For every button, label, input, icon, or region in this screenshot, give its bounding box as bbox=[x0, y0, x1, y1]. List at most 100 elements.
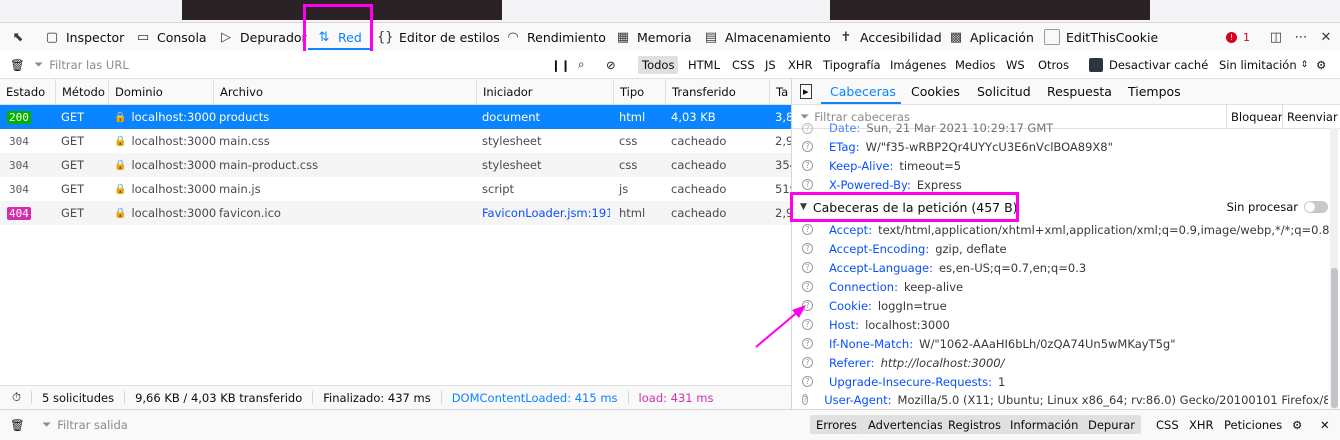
split-console-bar: 🗑 ⏷ Filtrar salida Errores Advertencias R… bbox=[0, 409, 1340, 440]
column-transferred[interactable]: Transferido bbox=[665, 79, 769, 104]
disable-cache-checkbox[interactable]: Desactivar caché bbox=[1089, 51, 1208, 78]
filter-xhr-button[interactable]: XHR bbox=[1189, 415, 1214, 434]
console-settings-button[interactable]: ⚙ bbox=[1292, 415, 1302, 434]
throttling-value: Sin limitación bbox=[1219, 57, 1297, 72]
element-picker-button[interactable]: ⬉ bbox=[10, 23, 26, 51]
column-size[interactable]: Ta bbox=[769, 79, 791, 104]
filter-info-button[interactable]: Información bbox=[1004, 415, 1085, 434]
details-scrollbar-thumb[interactable] bbox=[1331, 268, 1338, 408]
initiator-cell: stylesheet bbox=[482, 134, 542, 148]
search-icon: ⌕ bbox=[578, 57, 585, 71]
tab-request[interactable]: Solicitud bbox=[977, 79, 1031, 104]
tab-response[interactable]: Respuesta bbox=[1047, 79, 1112, 104]
clear-requests-button[interactable]: 🗑 bbox=[10, 51, 25, 78]
type-filter-all[interactable]: Todos bbox=[638, 56, 679, 74]
column-status[interactable]: Estado bbox=[0, 79, 55, 104]
header-name: ETag: bbox=[829, 139, 860, 154]
pause-button[interactable]: ❙❙ bbox=[551, 51, 570, 78]
type-filter-images[interactable]: Imágenes bbox=[886, 56, 950, 74]
filter-logs-button[interactable]: Registros bbox=[942, 415, 1008, 434]
type-filter-html[interactable]: HTML bbox=[684, 56, 724, 74]
close-console-button[interactable]: ✕ bbox=[1320, 415, 1330, 434]
tab-headers[interactable]: Cabeceras bbox=[830, 79, 896, 104]
tab-inspector[interactable]: ▢ Inspector bbox=[44, 23, 124, 51]
type-filter-xhr[interactable]: XHR bbox=[784, 56, 817, 74]
size-cell: 2,9 bbox=[775, 134, 791, 148]
search-button[interactable]: ⌕ bbox=[578, 51, 584, 78]
column-domain[interactable]: Dominio bbox=[108, 79, 213, 104]
tab-timings[interactable]: Tiempos bbox=[1128, 79, 1181, 104]
request-header-row[interactable]: ? Cookie: loggIn=true bbox=[802, 296, 947, 315]
throttling-select[interactable]: Sin limitación ⇕ bbox=[1219, 51, 1308, 78]
more-options-button[interactable]: ⋯ bbox=[1293, 23, 1309, 51]
initiator-link[interactable]: FaviconLoader.jsm:191… bbox=[482, 201, 610, 225]
table-row[interactable]: 200 GET 🔒 localhost:3000 products documen… bbox=[0, 105, 791, 129]
response-header-row[interactable]: ? ETag: W/"f35-wRBP2Qr4UYYcU3E6nVclBOA89X8… bbox=[802, 137, 1113, 156]
column-file[interactable]: Archivo bbox=[213, 79, 476, 104]
tab-storage[interactable]: ▤ Almacenamiento bbox=[703, 23, 831, 51]
table-row[interactable]: 304 GET 🔒 localhost:3000 main.js script j… bbox=[0, 177, 791, 201]
type-filter-other[interactable]: Otros bbox=[1034, 56, 1073, 74]
method-cell: GET bbox=[61, 182, 85, 196]
request-header-row[interactable]: ? Accept: text/html,application/xhtml+xml,… bbox=[802, 220, 1329, 239]
file-cell: main.css bbox=[219, 134, 270, 148]
table-row[interactable]: 304 GET 🔒 localhost:3000 main-product.css… bbox=[0, 153, 791, 177]
close-devtools-button[interactable]: ✕ bbox=[1318, 23, 1334, 51]
header-value: http://localhost:3000/ bbox=[880, 355, 1005, 370]
table-row[interactable]: 304 GET 🔒 localhost:3000 main.css stylesh… bbox=[0, 129, 791, 153]
error-count-badge[interactable]: ! 1 bbox=[1226, 23, 1250, 51]
request-header-row[interactable]: ? Referer: http://localhost:3000/ bbox=[802, 353, 1005, 372]
column-type[interactable]: Tipo bbox=[613, 79, 665, 104]
type-filter-ws[interactable]: WS bbox=[1002, 56, 1029, 74]
column-method[interactable]: Método bbox=[55, 79, 108, 104]
header-value: keep-alive bbox=[903, 279, 964, 294]
toggle-sidebar-button[interactable]: ▸ bbox=[800, 79, 812, 104]
tab-performance[interactable]: ◠ Rendimiento bbox=[505, 23, 606, 51]
raw-toggle-switch[interactable] bbox=[1304, 201, 1328, 213]
clear-console-button[interactable]: 🗑 bbox=[10, 415, 25, 434]
devtools-toolbar: ⬉ ▢ Inspector ▭ Consola ▷ Depurador ⇅ Red {}… bbox=[0, 22, 1340, 52]
tab-application[interactable]: ▩ Aplicación bbox=[948, 23, 1034, 51]
request-header-row[interactable]: ? Connection: keep-alive bbox=[802, 277, 963, 296]
type-filter-js[interactable]: JS bbox=[761, 56, 780, 74]
column-initiator[interactable]: Iniciador bbox=[476, 79, 613, 104]
request-header-row[interactable]: ? If-None-Match: W/"1062-AAaHI6bLh/0zQA74U… bbox=[802, 334, 1175, 353]
tab-accessibility[interactable]: ✝ Accesibilidad bbox=[838, 23, 942, 51]
performance-analysis-button[interactable]: ⏱ bbox=[0, 390, 32, 404]
tab-cookies[interactable]: Cookies bbox=[911, 79, 960, 104]
request-header-row[interactable]: ? User-Agent: Mozilla/5.0 (X11; Ubuntu; Li… bbox=[802, 391, 1328, 408]
size-cell: 519 bbox=[775, 182, 791, 196]
filter-debug-button[interactable]: Depurar bbox=[1082, 415, 1142, 434]
filter-warnings-button[interactable]: Advertencias bbox=[862, 415, 950, 434]
console-filter-input[interactable]: ⏷ Filtrar salida bbox=[42, 415, 742, 434]
request-header-row[interactable]: ? Upgrade-Insecure-Requests: 1 bbox=[802, 372, 1005, 391]
tab-style-editor[interactable]: {} Editor de estilos bbox=[377, 23, 500, 51]
network-settings-button[interactable]: ⚙ bbox=[1316, 51, 1326, 78]
header-name: Cookie: bbox=[829, 298, 872, 313]
tab-console[interactable]: ▭ Consola bbox=[135, 23, 207, 51]
tab-editthiscookie[interactable]: EditThisCookie bbox=[1044, 23, 1158, 51]
network-summary-bar: ⏱ 5 solicitudes 9,66 KB / 4,03 KB transf… bbox=[0, 385, 791, 409]
table-row[interactable]: 404 GET 🔒 localhost:3000 favicon.ico Favi… bbox=[0, 201, 791, 225]
request-header-row[interactable]: ? Accept-Language: es,en-US;q=0.7,en;q=0.3 bbox=[802, 258, 1086, 277]
filter-css-button[interactable]: CSS bbox=[1156, 415, 1179, 434]
request-header-row[interactable]: ? Accept-Encoding: gzip, deflate bbox=[802, 239, 1007, 258]
filter-errors-button[interactable]: Errores bbox=[810, 415, 863, 434]
url-filter-input[interactable]: ⏷ Filtrar las URL bbox=[34, 51, 534, 78]
type-filter-fonts[interactable]: Tipografía bbox=[819, 56, 885, 74]
block-button[interactable]: Bloquear bbox=[1226, 105, 1283, 128]
response-header-row[interactable]: ? Date: Sun, 21 Mar 2021 10:29:17 GMT bbox=[802, 120, 1053, 136]
tab-debugger[interactable]: ▷ Depurador bbox=[218, 23, 307, 51]
request-header-row[interactable]: ? Host: localhost:3000 bbox=[802, 315, 950, 334]
type-filter-css[interactable]: CSS bbox=[728, 56, 759, 74]
dock-button[interactable]: ◫ bbox=[1268, 23, 1284, 51]
filter-requests-button[interactable]: Peticiones bbox=[1224, 415, 1282, 434]
header-value: localhost:3000 bbox=[865, 317, 950, 332]
resend-button[interactable]: Reenviar▼ bbox=[1282, 105, 1340, 128]
response-header-row[interactable]: ? Keep-Alive: timeout=5 bbox=[802, 156, 961, 175]
help-icon: ? bbox=[802, 122, 813, 134]
type-filter-media[interactable]: Medios bbox=[951, 56, 1000, 74]
tab-memory[interactable]: ▦ Memoria bbox=[615, 23, 692, 51]
header-name: X-Powered-By: bbox=[829, 177, 911, 192]
block-url-button[interactable]: ⊘ bbox=[606, 51, 616, 78]
